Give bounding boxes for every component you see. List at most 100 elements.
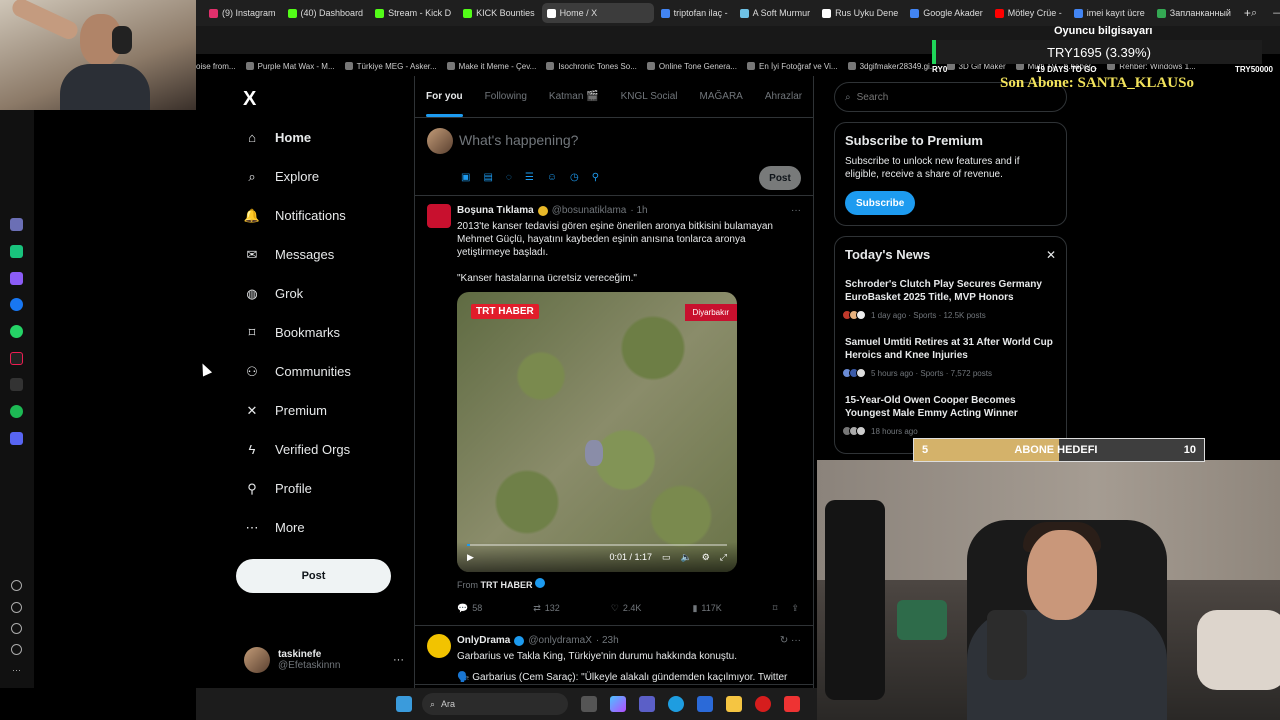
nav-grok[interactable]: ◍ Grok bbox=[243, 274, 351, 313]
browser-tab[interactable]: (40) Dashboard bbox=[283, 3, 369, 23]
taskbar-search[interactable]: ⌕ Ara bbox=[422, 693, 568, 715]
compose-post-button[interactable]: Post bbox=[759, 166, 801, 190]
like-button[interactable]: ♡ 2.4K bbox=[611, 602, 642, 615]
bookmark-item[interactable]: Purple Mat Wax - M... bbox=[245, 62, 335, 71]
browser-tab[interactable]: Stream - Kick D bbox=[370, 3, 456, 23]
messenger-icon[interactable] bbox=[10, 298, 23, 311]
volume-icon[interactable]: 🔈 bbox=[681, 551, 692, 564]
news-item[interactable]: Schroder's Clutch Play Secures Germany E… bbox=[842, 278, 1056, 320]
tiktok-icon[interactable] bbox=[10, 352, 23, 365]
timeline-tab[interactable]: Katman 🎬 bbox=[549, 91, 599, 102]
x-icon[interactable] bbox=[10, 378, 23, 391]
x-logo[interactable]: X bbox=[243, 88, 256, 111]
edge-icon[interactable] bbox=[668, 696, 684, 712]
browser-tab[interactable]: Запланканный bbox=[1152, 3, 1236, 23]
poll-icon[interactable]: ☰ bbox=[525, 172, 534, 183]
tweet-time[interactable]: · 23h bbox=[596, 634, 619, 647]
teams-icon[interactable] bbox=[639, 696, 655, 712]
news-item[interactable]: 15-Year-Old Owen Cooper Becomes Youngest… bbox=[842, 394, 1056, 436]
emoji-icon[interactable]: ☺ bbox=[547, 172, 557, 183]
store-icon[interactable] bbox=[697, 696, 713, 712]
tweet-avatar[interactable] bbox=[427, 204, 451, 228]
copilot-icon[interactable] bbox=[610, 696, 626, 712]
tweet-handle[interactable]: @bosunatiklama bbox=[552, 204, 627, 217]
bookmark-item[interactable]: 3dgifmaker28349.gi... bbox=[847, 62, 937, 71]
views-button[interactable]: ▮ 117K bbox=[692, 602, 721, 615]
browser-tab[interactable]: triptofan ilaç - bbox=[656, 3, 733, 23]
timeline-tab[interactable]: Ahrazlar bbox=[765, 91, 802, 102]
bookmark-item[interactable]: Online Tone Genera... bbox=[646, 62, 737, 71]
spotify-icon[interactable] bbox=[10, 405, 23, 418]
timeline-tab[interactable]: Following bbox=[485, 91, 527, 102]
tweet-more-icon[interactable]: ··· bbox=[791, 204, 801, 217]
minimize-icon[interactable]: — bbox=[1273, 7, 1280, 20]
tweet-time[interactable]: · 1h bbox=[630, 204, 647, 217]
tweet-more-icon[interactable]: ↻ ··· bbox=[780, 634, 801, 647]
subscribe-button[interactable]: Subscribe bbox=[845, 191, 916, 215]
reply-button[interactable]: 💬 58 bbox=[457, 602, 482, 615]
whatsapp-icon[interactable] bbox=[10, 325, 23, 338]
browser-tab[interactable]: (9) Instagram bbox=[204, 3, 281, 23]
repost-button[interactable]: ⇄ 132 bbox=[533, 602, 560, 615]
nav-bookmarks[interactable]: ⌑ Bookmarks bbox=[243, 313, 351, 352]
compose-input[interactable]: What's happening? bbox=[459, 132, 578, 148]
bookmark-item[interactable]: oise from... bbox=[196, 62, 236, 71]
bookmark-item[interactable]: Make it Meme - Çev... bbox=[446, 62, 536, 71]
grok-icon[interactable]: ◌ bbox=[506, 172, 512, 183]
bookmark-item[interactable]: Türkiye MEG - Asker... bbox=[344, 62, 437, 71]
nav-messages[interactable]: ✉ Messages bbox=[243, 235, 351, 274]
chatgpt-icon[interactable] bbox=[10, 245, 23, 258]
file-explorer-icon[interactable] bbox=[726, 696, 742, 712]
nav-premium[interactable]: ✕ Premium bbox=[243, 391, 351, 430]
bookmark-button[interactable]: ⌑ ⇪ bbox=[773, 602, 799, 615]
heart-icon[interactable] bbox=[11, 580, 22, 591]
windows-start-icon[interactable] bbox=[396, 696, 412, 712]
timeline-tab[interactable]: KNGL Social bbox=[621, 91, 678, 102]
browser-tab[interactable]: Google Akader bbox=[905, 3, 988, 23]
tweet-video[interactable]: TRT HABER Diyarbakır ▶ 0:01 / 1:17 ▭ 🔈 ⚙… bbox=[457, 292, 737, 572]
nav-more[interactable]: ⋯ More bbox=[243, 508, 351, 547]
nav-profile[interactable]: ⚲ Profile bbox=[243, 469, 351, 508]
location-icon[interactable]: ⚲ bbox=[592, 172, 599, 183]
tweet-handle[interactable]: @onlydramaX bbox=[528, 634, 592, 647]
captions-icon[interactable]: ▭ bbox=[662, 551, 671, 564]
browser-tab[interactable]: KICK Bounties bbox=[458, 3, 540, 23]
video-source-name[interactable]: TRT HABER bbox=[481, 580, 533, 590]
search-input[interactable] bbox=[856, 91, 1037, 103]
browser-tab[interactable]: imei kayıt ücre bbox=[1069, 3, 1150, 23]
lightbulb-icon[interactable] bbox=[11, 644, 22, 655]
new-tab-button[interactable]: + bbox=[1244, 6, 1251, 20]
account-more-icon[interactable]: ··· bbox=[393, 654, 404, 666]
share-icon[interactable]: ⇪ bbox=[791, 602, 799, 615]
image-icon[interactable]: ▣ bbox=[461, 172, 470, 183]
fullscreen-icon[interactable]: ⤢ bbox=[720, 551, 727, 564]
tweet[interactable]: Boşuna Tıklama @bosunatiklama · 1h ··· 2… bbox=[415, 196, 813, 626]
timeline-tab[interactable]: For you bbox=[426, 91, 463, 117]
app-icon[interactable] bbox=[10, 272, 23, 285]
browser-tab[interactable]: Home / X bbox=[541, 3, 654, 23]
post-button[interactable]: Post bbox=[236, 559, 391, 593]
gif-icon[interactable]: ▤ bbox=[483, 172, 492, 183]
opera-icon[interactable] bbox=[755, 696, 771, 712]
settings-icon[interactable]: ⚙ bbox=[702, 551, 710, 564]
timeline-tab[interactable]: MAĞARA bbox=[700, 91, 743, 102]
nav-communities[interactable]: ⚇ Communities bbox=[243, 352, 351, 391]
settings-icon[interactable] bbox=[11, 623, 22, 634]
bookmark-item[interactable]: En İyi Fotoğraf ve Vi... bbox=[747, 62, 838, 71]
browser-tab[interactable]: A Soft Murmur bbox=[735, 3, 816, 23]
search-tabs-icon[interactable]: ⌕ bbox=[1251, 7, 1257, 20]
more-icon[interactable]: ⋯ bbox=[11, 665, 22, 676]
bookmark-item[interactable]: Isochronic Tones So... bbox=[546, 62, 637, 71]
nav-notifications[interactable]: 🔔 Notifications bbox=[243, 196, 351, 235]
history-icon[interactable] bbox=[11, 602, 22, 613]
schedule-icon[interactable]: ◷ bbox=[570, 172, 579, 183]
app-icon[interactable] bbox=[10, 432, 23, 445]
play-icon[interactable]: ▶ bbox=[467, 551, 474, 564]
nav-home[interactable]: ⌂ Home bbox=[243, 118, 351, 157]
news-item[interactable]: Samuel Umtiti Retires at 31 After World … bbox=[842, 336, 1056, 378]
tweet-author-name[interactable]: Boşuna Tıklama bbox=[457, 204, 534, 217]
nav-explore[interactable]: ⌕ Explore bbox=[243, 157, 351, 196]
browser-tab[interactable]: Rus Uyku Dene bbox=[817, 3, 903, 23]
video-progress[interactable] bbox=[467, 544, 727, 546]
browser-tab[interactable]: Mötley Crüe - bbox=[990, 3, 1067, 23]
